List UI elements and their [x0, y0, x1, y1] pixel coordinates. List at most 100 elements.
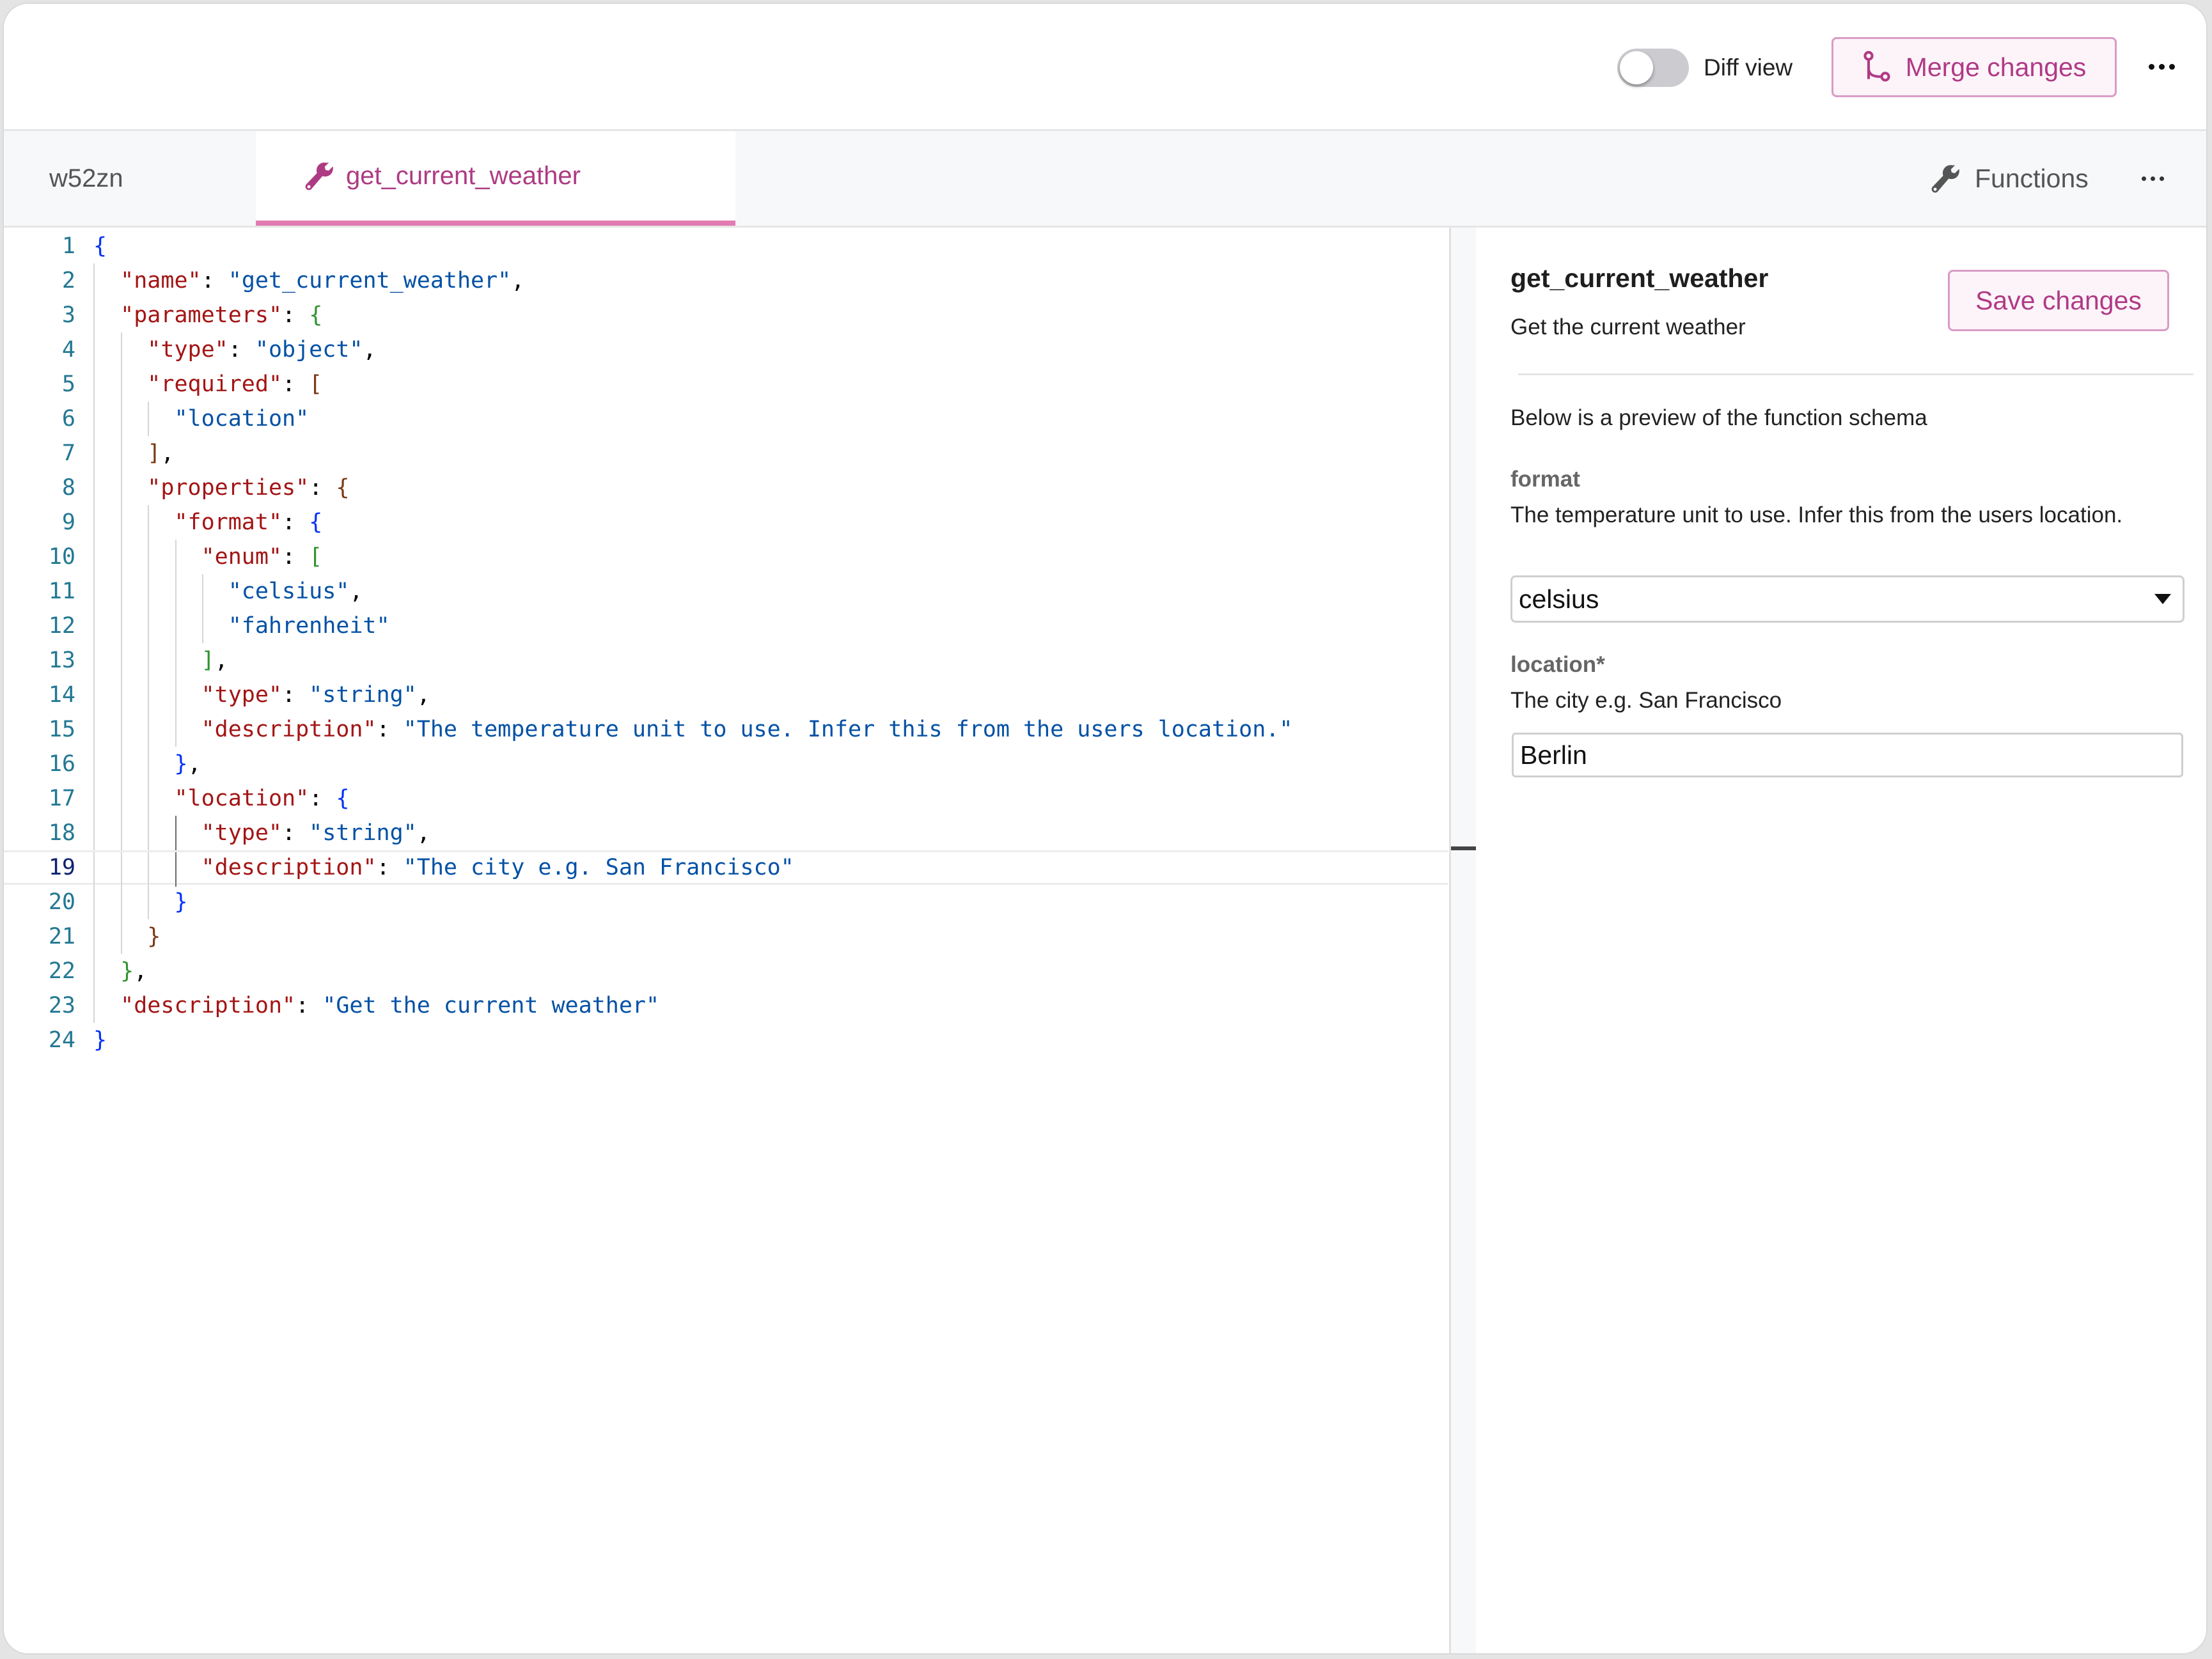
json-code-editor[interactable]: 1{2 "name": "get_current_weather", 3 "par…: [4, 228, 1448, 1653]
line-number: 2: [61, 268, 75, 293]
code-line[interactable]: 22 },: [4, 954, 1448, 988]
more-options-button[interactable]: [2142, 47, 2181, 86]
top-bar: Diff view Merge changes: [4, 4, 2206, 131]
code-line[interactable]: 21 }: [4, 919, 1448, 954]
code-text: "required": [: [147, 371, 323, 397]
code-line[interactable]: 11 "celsius",: [4, 574, 1448, 609]
diff-view-toggle[interactable]: [1617, 49, 1689, 87]
tab-w52zn[interactable]: w52zn: [4, 131, 256, 226]
location-field-description: The city e.g. San Francisco: [1510, 688, 1782, 713]
line-number: 15: [48, 717, 75, 742]
code-text: "type": "string",: [201, 820, 430, 846]
code-line[interactable]: 17 "location": {: [4, 781, 1448, 816]
line-number: 3: [61, 302, 75, 328]
line-number: 8: [61, 475, 75, 501]
code-text: },: [174, 751, 201, 777]
line-number: 18: [48, 820, 75, 846]
code-text: "type": "object",: [147, 337, 377, 362]
code-line[interactable]: 14 "type": "string",: [4, 678, 1448, 712]
line-number: 14: [48, 682, 75, 708]
format-field-label: format: [1510, 467, 1580, 492]
wrench-icon: [305, 162, 333, 191]
code-line[interactable]: 24}: [4, 1023, 1448, 1057]
code-line[interactable]: 19 "description": "The city e.g. San Fra…: [4, 850, 1448, 887]
code-line[interactable]: 12 "fahrenheit": [4, 609, 1448, 643]
tab-bar: w52zn get_current_weather Functions: [4, 131, 2206, 228]
code-line[interactable]: 13 ],: [4, 643, 1448, 678]
code-line[interactable]: 16 },: [4, 747, 1448, 781]
code-line[interactable]: 7 ],: [4, 436, 1448, 471]
code-line[interactable]: 4 "type": "object",: [4, 332, 1448, 367]
tab-label: w52zn: [49, 164, 123, 192]
line-number: 19: [48, 855, 75, 880]
code-text: }: [93, 1027, 107, 1053]
code-line[interactable]: 9 "format": {: [4, 505, 1448, 540]
code-text: "description": "The temperature unit to …: [201, 717, 1293, 742]
line-number: 7: [61, 440, 75, 466]
code-text: "name": "get_current_weather",: [120, 268, 525, 293]
line-number: 12: [48, 613, 75, 639]
line-number: 24: [48, 1027, 75, 1053]
line-number: 1: [61, 233, 75, 259]
code-text: "format": {: [174, 510, 323, 535]
code-line[interactable]: 5 "required": [: [4, 367, 1448, 401]
format-field-description: The temperature unit to use. Infer this …: [1510, 502, 2123, 527]
functions-button[interactable]: Functions: [1930, 131, 2089, 226]
line-number: 10: [48, 544, 75, 570]
merge-icon: [1863, 51, 1890, 82]
tab-get-current-weather[interactable]: get_current_weather: [256, 131, 735, 226]
code-text: "enum": [: [201, 544, 323, 570]
toggle-knob: [1620, 51, 1653, 84]
code-text: "fahrenheit": [228, 613, 390, 639]
function-preview-panel: get_current_weather Get the current weat…: [1476, 228, 2206, 1653]
line-number: 21: [48, 924, 75, 949]
line-number: 20: [48, 889, 75, 915]
scrollbar-thumb[interactable]: [1451, 846, 1478, 850]
code-text: "type": "string",: [201, 682, 430, 708]
preview-note: Below is a preview of the function schem…: [1510, 405, 1927, 430]
merge-changes-label: Merge changes: [1905, 52, 2087, 82]
line-number: 22: [48, 958, 75, 984]
code-line[interactable]: 1{: [4, 229, 1448, 263]
line-number: 13: [48, 648, 75, 673]
code-line[interactable]: 2 "name": "get_current_weather",: [4, 263, 1448, 298]
tab-more-options-button[interactable]: [2133, 159, 2172, 198]
save-changes-button[interactable]: Save changes: [1948, 270, 2169, 331]
save-changes-label: Save changes: [1975, 285, 2142, 315]
function-description: Get the current weather: [1510, 315, 1746, 339]
line-number: 16: [48, 751, 75, 777]
line-number: 4: [61, 337, 75, 362]
code-line[interactable]: 18 "type": "string",: [4, 816, 1448, 850]
format-select-value: celsius: [1519, 584, 1599, 614]
code-text: "location": [174, 406, 310, 432]
line-number: 17: [48, 786, 75, 811]
editor-scrollbar[interactable]: [1449, 228, 1478, 1653]
code-line[interactable]: 6 "location": [4, 401, 1448, 436]
code-text: {: [93, 233, 107, 259]
code-text: "parameters": {: [120, 302, 323, 328]
line-number: 23: [48, 993, 75, 1018]
code-text: ],: [201, 648, 228, 673]
code-line[interactable]: 8 "properties": {: [4, 471, 1448, 505]
location-field-label: location*: [1510, 652, 1605, 677]
line-number: 11: [48, 579, 75, 604]
code-text: "location": {: [174, 786, 350, 811]
code-line[interactable]: 10 "enum": [: [4, 540, 1448, 574]
line-number: 5: [61, 371, 75, 397]
format-select[interactable]: celsius: [1510, 575, 2185, 623]
code-text: }: [174, 889, 188, 915]
code-line[interactable]: 20 }: [4, 885, 1448, 919]
merge-changes-button[interactable]: Merge changes: [1832, 37, 2117, 97]
code-line[interactable]: 23 "description": "Get the current weath…: [4, 988, 1448, 1023]
wrench-icon: [1931, 165, 1959, 193]
code-line[interactable]: 15 "description": "The temperature unit …: [4, 712, 1448, 747]
code-text: "description": "The city e.g. San Franci…: [201, 855, 794, 880]
function-title: get_current_weather: [1510, 263, 1769, 293]
more-icon: [2148, 63, 2175, 70]
code-line[interactable]: 3 "parameters": {: [4, 298, 1448, 332]
location-input[interactable]: [1512, 733, 2183, 777]
app-window: Diff view Merge changes w52zn get_curren…: [3, 3, 2208, 1655]
code-text: "description": "Get the current weather": [120, 993, 660, 1018]
divider: [1518, 373, 2193, 375]
diff-view-label: Diff view: [1704, 54, 1793, 81]
